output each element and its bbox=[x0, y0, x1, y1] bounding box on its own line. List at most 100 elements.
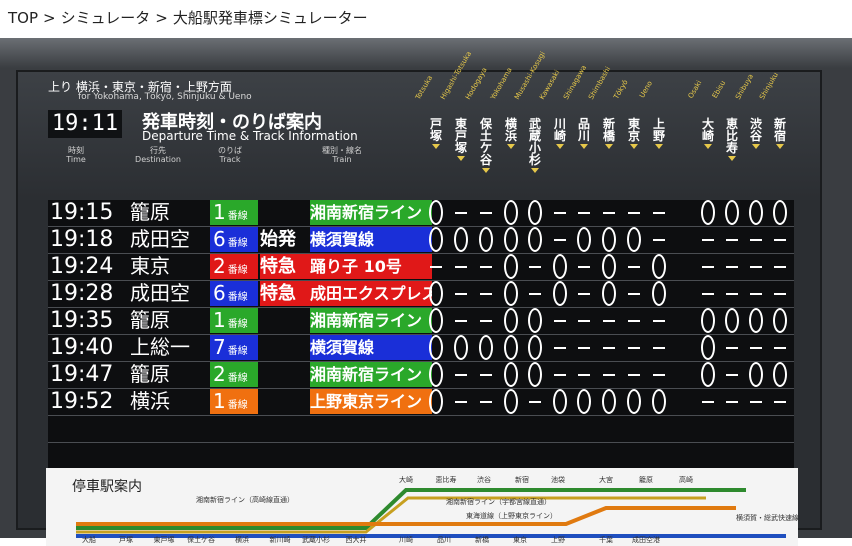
pass-dash-icon bbox=[774, 347, 786, 349]
route-map-station: 渋谷 bbox=[477, 475, 491, 484]
departure-time: 19:35 bbox=[50, 308, 114, 333]
pass-dash-icon bbox=[774, 401, 786, 403]
pass-dash-icon bbox=[726, 239, 738, 241]
route-map-station: 武蔵小杉 bbox=[302, 535, 330, 544]
stop-circle-icon bbox=[553, 254, 567, 279]
track-suffix: 番線 bbox=[227, 400, 248, 411]
stop-circle-icon bbox=[454, 227, 468, 252]
pass-dash-icon bbox=[750, 266, 762, 268]
triangle-marker-icon bbox=[507, 144, 515, 149]
pass-dash-icon bbox=[653, 212, 665, 214]
stop-circle-icon bbox=[652, 254, 666, 279]
triangle-marker-icon bbox=[752, 144, 760, 149]
pass-dash-icon bbox=[774, 266, 786, 268]
stop-circle-icon bbox=[749, 308, 763, 333]
route-map-station: 籠原 bbox=[639, 475, 653, 484]
pass-dash-icon bbox=[726, 374, 738, 376]
route-map-station: 新宿 bbox=[515, 475, 529, 484]
pass-dash-icon bbox=[578, 374, 590, 376]
track-suffix: 番線 bbox=[227, 319, 248, 330]
stop-circle-icon bbox=[725, 308, 739, 333]
stop-circle-icon bbox=[749, 200, 763, 225]
route-map-line-label: 東海道線（上野東京ライン） bbox=[466, 511, 557, 520]
track-suffix: 番線 bbox=[227, 373, 248, 384]
route-map-station: 新橋 bbox=[475, 535, 489, 544]
train-type: 特急 bbox=[260, 254, 310, 279]
departure-row: 19:24 東京 2 番線 特急 踊り子 10号 bbox=[48, 254, 794, 281]
departure-time: 19:40 bbox=[50, 335, 114, 360]
pass-dash-icon bbox=[628, 266, 640, 268]
pass-dash-icon bbox=[480, 374, 492, 376]
departure-time: 19:18 bbox=[50, 227, 114, 252]
departure-row: 19:52 横浜 1 番線 上野東京ライン bbox=[48, 389, 794, 416]
triangle-marker-icon bbox=[556, 144, 564, 149]
pass-dash-icon bbox=[480, 401, 492, 403]
destination: 籠原 bbox=[130, 200, 170, 224]
pass-dash-icon bbox=[455, 293, 467, 295]
pass-dash-icon bbox=[480, 266, 492, 268]
station-name-ja: 恵 比 寿 bbox=[725, 117, 738, 155]
route-map-station: 保土ケ谷 bbox=[187, 535, 215, 544]
pass-dash-icon bbox=[554, 320, 566, 322]
route-map-line-label: 湘南新宿ライン（高崎線直通） bbox=[196, 495, 294, 504]
train-type: 始発 bbox=[260, 229, 296, 250]
pass-dash-icon bbox=[455, 374, 467, 376]
stop-pattern bbox=[429, 227, 794, 252]
stop-circle-icon bbox=[504, 254, 518, 279]
pass-dash-icon bbox=[726, 266, 738, 268]
stop-circle-icon bbox=[528, 227, 542, 252]
track-suffix: 番線 bbox=[227, 346, 248, 357]
stop-circle-icon bbox=[773, 200, 787, 225]
stop-circle-icon bbox=[627, 227, 641, 252]
track-number: 1 番線 bbox=[210, 308, 258, 333]
stop-circle-icon bbox=[479, 335, 493, 360]
destination: 籠原 bbox=[130, 308, 170, 332]
destination: 成田空港 bbox=[130, 227, 190, 276]
stop-circle-icon bbox=[504, 227, 518, 252]
stop-circle-icon bbox=[528, 200, 542, 225]
destination: 上総一ノ宮 bbox=[130, 335, 190, 384]
stop-circle-icon bbox=[602, 389, 616, 414]
route-map-station: 上野 bbox=[551, 535, 565, 544]
pass-dash-icon bbox=[628, 293, 640, 295]
train-type bbox=[260, 389, 310, 414]
pass-dash-icon bbox=[578, 212, 590, 214]
stop-circle-icon bbox=[504, 335, 518, 360]
stop-pattern bbox=[430, 254, 794, 279]
destination: 籠原 bbox=[130, 362, 170, 386]
station-name-ja: 横 浜 bbox=[504, 117, 517, 143]
triangle-marker-icon bbox=[630, 144, 638, 149]
train-line: 湘南新宿ライン bbox=[310, 362, 432, 387]
clock-display: 19:11 bbox=[48, 110, 122, 138]
pass-dash-icon bbox=[702, 266, 714, 268]
station-header: Totsuka 戸 塚 bbox=[414, 72, 447, 149]
route-map: 停車駅案内 大船 戸塚 東戸塚 保土ケ谷 横浜 新川崎 武蔵小杉 西大井 川崎 品川 新橋 東京 上野千… bbox=[46, 468, 798, 546]
board-photo-frame: 上り 横浜・東京・新宿・上野方面 for Yokohama, Tōkyō, Sh… bbox=[0, 38, 852, 546]
route-map-diagram: 大船 戸塚 東戸塚 保土ケ谷 横浜 新川崎 武蔵小杉 西大井 川崎 品川 新橋 東京 上野 千葉 成田空港 大… bbox=[76, 475, 798, 544]
pass-dash-icon bbox=[603, 347, 615, 349]
stop-circle-icon bbox=[602, 281, 616, 306]
pass-dash-icon bbox=[726, 347, 738, 349]
pass-dash-icon bbox=[774, 239, 786, 241]
triangle-marker-icon bbox=[432, 144, 440, 149]
stop-circle-icon bbox=[773, 362, 787, 387]
route-map-station: 高崎 bbox=[679, 475, 693, 484]
station-header: Shimbashi 新 橋 bbox=[587, 65, 620, 149]
triangle-marker-icon bbox=[776, 144, 784, 149]
triangle-marker-icon bbox=[457, 156, 465, 161]
departure-board: 上り 横浜・東京・新宿・上野方面 for Yokohama, Tōkyō, Sh… bbox=[16, 50, 822, 546]
station-name-ja: 武 蔵 小 杉 bbox=[528, 117, 541, 167]
station-name-ja: 戸 塚 bbox=[429, 117, 442, 143]
route-map-station: 大崎 bbox=[399, 475, 413, 484]
track-number: 6 番線 bbox=[210, 281, 258, 306]
breadcrumb-top-link[interactable]: TOP bbox=[8, 9, 38, 27]
track-suffix: 番線 bbox=[227, 292, 248, 303]
route-map-station: 東戸塚 bbox=[154, 535, 175, 544]
stop-circle-icon bbox=[429, 227, 443, 252]
stop-circle-icon bbox=[652, 281, 666, 306]
pass-dash-icon bbox=[455, 212, 467, 214]
pass-dash-icon bbox=[480, 293, 492, 295]
stop-circle-icon bbox=[627, 389, 641, 414]
pass-dash-icon bbox=[653, 320, 665, 322]
breadcrumb-simulator-link[interactable]: シミュレータ bbox=[61, 9, 151, 27]
